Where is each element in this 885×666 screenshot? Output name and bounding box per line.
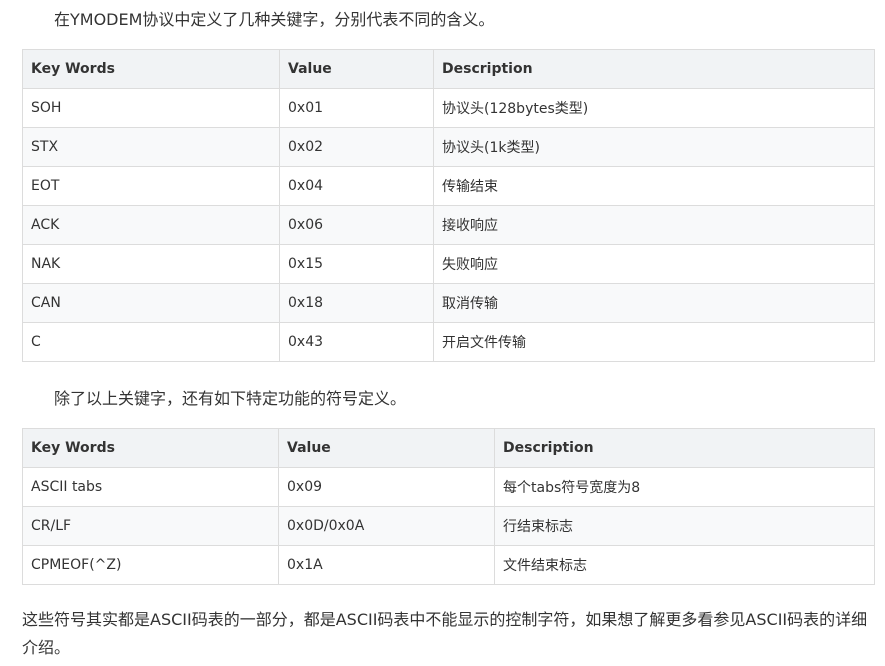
- value-cell: 0x09: [278, 467, 495, 507]
- keyword-cell: STX: [22, 127, 280, 167]
- table-row: EOT 0x04 传输结束: [22, 166, 875, 206]
- keyword-cell: CPMEOF(^Z): [22, 545, 279, 585]
- table-row: ACK 0x06 接收响应: [22, 205, 875, 245]
- keywords-table: Key Words Value Description SOH 0x01 协议头…: [22, 49, 875, 362]
- column-header-key-words: Key Words: [22, 49, 280, 89]
- keyword-cell: ASCII tabs: [22, 467, 279, 507]
- value-cell: 0x43: [279, 322, 434, 362]
- keyword-cell: C: [22, 322, 280, 362]
- table-header-row: Key Words Value Description: [22, 428, 875, 468]
- table-row: CAN 0x18 取消传输: [22, 283, 875, 323]
- description-cell: 传输结束: [433, 166, 875, 206]
- value-cell: 0x06: [279, 205, 434, 245]
- table-row: C 0x43 开启文件传输: [22, 322, 875, 362]
- value-cell: 0x01: [279, 88, 434, 128]
- table-header-row: Key Words Value Description: [22, 49, 875, 89]
- description-cell: 接收响应: [433, 205, 875, 245]
- intro-paragraph: 在YMODEM协议中定义了几种关键字，分别代表不同的含义。: [54, 10, 495, 29]
- value-cell: 0x18: [279, 283, 434, 323]
- column-header-description: Description: [494, 428, 875, 468]
- value-cell: 0x15: [279, 244, 434, 284]
- description-cell: 开启文件传输: [433, 322, 875, 362]
- description-cell: 协议头(128bytes类型): [433, 88, 875, 128]
- description-cell: 文件结束标志: [494, 545, 875, 585]
- table-row: CPMEOF(^Z) 0x1A 文件结束标志: [22, 545, 875, 585]
- keyword-cell: NAK: [22, 244, 280, 284]
- description-cell: 行结束标志: [494, 506, 875, 546]
- special-symbols-table: Key Words Value Description ASCII tabs 0…: [22, 428, 875, 585]
- keyword-cell: SOH: [22, 88, 280, 128]
- keyword-cell: EOT: [22, 166, 280, 206]
- table-row: ASCII tabs 0x09 每个tabs符号宽度为8: [22, 467, 875, 507]
- column-header-value: Value: [279, 49, 434, 89]
- description-cell: 失败响应: [433, 244, 875, 284]
- value-cell: 0x04: [279, 166, 434, 206]
- keyword-cell: CR/LF: [22, 506, 279, 546]
- description-cell: 取消传输: [433, 283, 875, 323]
- description-cell: 每个tabs符号宽度为8: [494, 467, 875, 507]
- table-row: SOH 0x01 协议头(128bytes类型): [22, 88, 875, 128]
- table-row: NAK 0x15 失败响应: [22, 244, 875, 284]
- value-cell: 0x02: [279, 127, 434, 167]
- middle-paragraph: 除了以上关键字，还有如下特定功能的符号定义。: [54, 389, 407, 408]
- value-cell: 0x1A: [278, 545, 495, 585]
- keyword-cell: ACK: [22, 205, 280, 245]
- column-header-key-words: Key Words: [22, 428, 279, 468]
- table-row: CR/LF 0x0D/0x0A 行结束标志: [22, 506, 875, 546]
- description-cell: 协议头(1k类型): [433, 127, 875, 167]
- column-header-description: Description: [433, 49, 875, 89]
- keyword-cell: CAN: [22, 283, 280, 323]
- closing-paragraph: 这些符号其实都是ASCII码表的一部分，都是ASCII码表中不能显示的控制字符，…: [22, 610, 868, 657]
- column-header-value: Value: [278, 428, 495, 468]
- table-row: STX 0x02 协议头(1k类型): [22, 127, 875, 167]
- value-cell: 0x0D/0x0A: [278, 506, 495, 546]
